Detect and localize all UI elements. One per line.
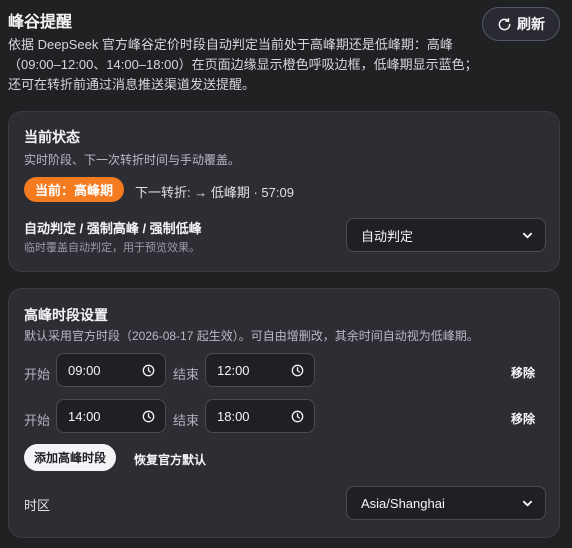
timezone-select-value: Asia/Shanghai (361, 495, 445, 511)
start-time-value: 09:00 (68, 362, 101, 378)
add-peak-range-button[interactable]: 添加高峰时段 (24, 444, 117, 471)
override-hint: 临时覆盖自动判定，用于预览效果。 (24, 242, 200, 254)
clock-icon (291, 410, 304, 422)
remove-range-button[interactable]: 移除 (511, 364, 535, 381)
refresh-button[interactable]: 刷新 (482, 7, 560, 41)
chevron-down-icon (522, 232, 533, 238)
peak-settings-card: 高峰时段设置 默认采用官方时段（2026-08-17 起生效）。可自由增删改，其… (8, 288, 560, 538)
start-time-value: 14:00 (68, 408, 101, 424)
page-title: 峰谷提醒 (8, 14, 73, 31)
remove-range-button[interactable]: 移除 (511, 410, 535, 427)
end-label: 结束 (173, 413, 200, 428)
end-time-input[interactable]: 12:00 (205, 353, 315, 387)
mode-select-value: 自动判定 (361, 228, 414, 244)
peak-card-title: 高峰时段设置 (24, 307, 108, 323)
status-card: 当前状态 实时阶段、下一次转折时间与手动覆盖。 当前：高峰期 下一转折: → 低… (8, 111, 560, 272)
mode-select[interactable]: 自动判定 (346, 218, 546, 252)
override-label: 自动判定 / 强制高峰 / 强制低峰 (24, 221, 202, 236)
timezone-label: 时区 (24, 498, 51, 513)
clock-icon (142, 410, 155, 422)
start-time-input[interactable]: 14:00 (56, 399, 166, 433)
status-card-title: 当前状态 (24, 129, 80, 145)
status-badge: 当前：高峰期 (24, 177, 125, 202)
timezone-select[interactable]: Asia/Shanghai (346, 486, 546, 520)
end-time-value: 18:00 (217, 408, 250, 424)
refresh-icon (498, 17, 511, 30)
page-description: 依据 DeepSeek 官方峰谷定价时段自动判定当前处于高峰期还是低峰期：高峰（… (8, 37, 478, 92)
start-label: 开始 (24, 367, 51, 382)
end-time-input[interactable]: 18:00 (205, 399, 315, 433)
status-card-subtitle: 实时阶段、下一次转折时间与手动覆盖。 (24, 153, 241, 167)
end-label: 结束 (173, 367, 200, 382)
restore-default-button[interactable]: 恢复官方默认 (134, 451, 206, 468)
start-time-input[interactable]: 09:00 (56, 353, 166, 387)
chevron-down-icon (522, 500, 533, 506)
refresh-label: 刷新 (517, 16, 545, 32)
next-transition-text: 下一转折: → 低峰期 · 57:09 (135, 185, 294, 200)
end-time-value: 12:00 (217, 362, 250, 378)
peak-card-subtitle: 默认采用官方时段（2026-08-17 起生效）。可自由增删改，其余时间自动视为… (24, 329, 479, 343)
clock-icon (142, 364, 155, 376)
clock-icon (291, 364, 304, 376)
start-label: 开始 (24, 413, 51, 428)
